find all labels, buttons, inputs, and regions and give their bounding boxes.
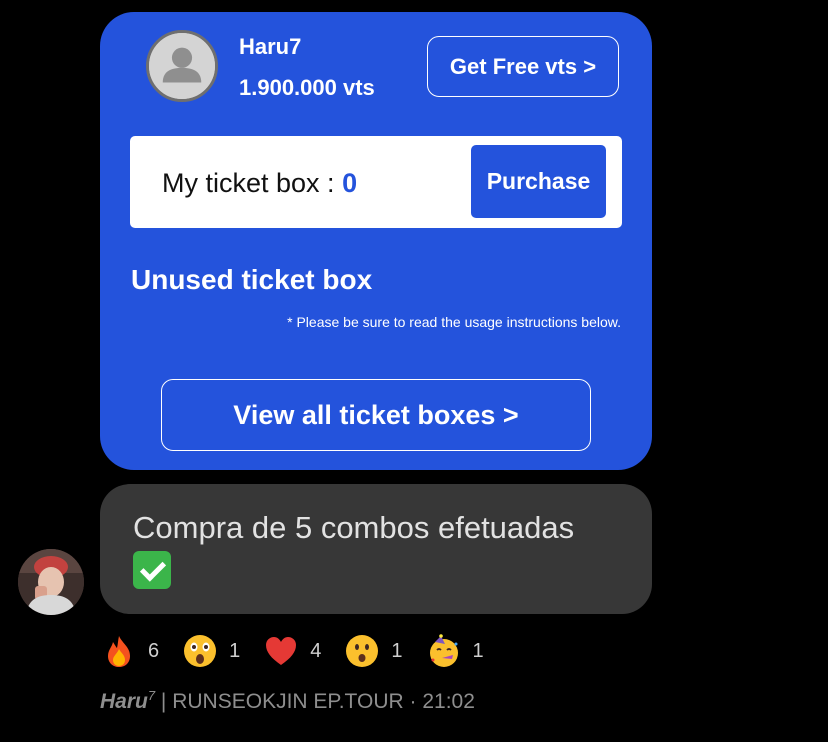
reaction-count: 1 [472, 639, 484, 662]
check-mark-button-icon [133, 550, 171, 589]
reaction-count: 4 [310, 639, 322, 662]
message-channel: | RUNSEOKJIN EP.TOUR [155, 690, 404, 713]
red-heart-icon [266, 637, 297, 665]
partying-face-icon [429, 634, 458, 667]
profile-balance: 1.900.000 vts [239, 75, 375, 100]
reaction-count: 1 [229, 639, 241, 662]
message-meta: Haru7 | RUNSEOKJIN EP.TOUR · 21:02 [100, 688, 475, 714]
unused-ticket-box-title: Unused ticket box [131, 264, 373, 295]
ticket-box-label-text: My ticket box : [162, 168, 343, 198]
usage-note: * Please be sure to read the usage instr… [287, 314, 621, 330]
ticket-box-count: 0 [342, 168, 358, 198]
ticket-box-label: My ticket box : 0 [162, 168, 357, 199]
purchase-button[interactable]: Purchase [471, 145, 606, 218]
reaction-partying[interactable]: 1 [427, 634, 484, 668]
astonished-face-icon [184, 635, 217, 667]
message-author-superscript: 7 [147, 688, 156, 703]
sender-avatar[interactable] [18, 549, 84, 615]
message-text: Compra de 5 combos efetuadas [133, 510, 575, 545]
reactions-row: 6 1 4 1 1 [102, 631, 508, 671]
vote-app-card[interactable]: Haru7 1.900.000 vts Get Free vts > My ti… [100, 12, 652, 470]
view-all-ticket-boxes-button[interactable]: View all ticket boxes > [161, 379, 591, 451]
message-bubble[interactable]: Compra de 5 combos efetuadas [100, 484, 652, 614]
chat-screen: Haru7 1.900.000 vts Get Free vts > My ti… [0, 0, 828, 742]
message-text-block: Compra de 5 combos efetuadas [133, 508, 574, 589]
profile-username: Haru7 [239, 34, 302, 59]
message-time: · 21:02 [403, 690, 475, 713]
fire-icon [108, 636, 130, 667]
reaction-count: 1 [391, 639, 403, 662]
get-free-votes-button[interactable]: Get Free vts > [427, 36, 619, 97]
reaction-astonished[interactable]: 1 [183, 634, 240, 668]
message-author[interactable]: Haru [100, 690, 148, 713]
reaction-fire[interactable]: 6 [102, 634, 159, 668]
user-silhouette-icon [146, 30, 218, 102]
reaction-count: 6 [148, 639, 160, 662]
reaction-hushed[interactable]: 1 [345, 634, 403, 668]
hushed-face-icon [346, 635, 379, 667]
ticket-box-panel: My ticket box : 0 Purchase [130, 136, 622, 228]
reaction-heart[interactable]: 4 [264, 634, 321, 668]
